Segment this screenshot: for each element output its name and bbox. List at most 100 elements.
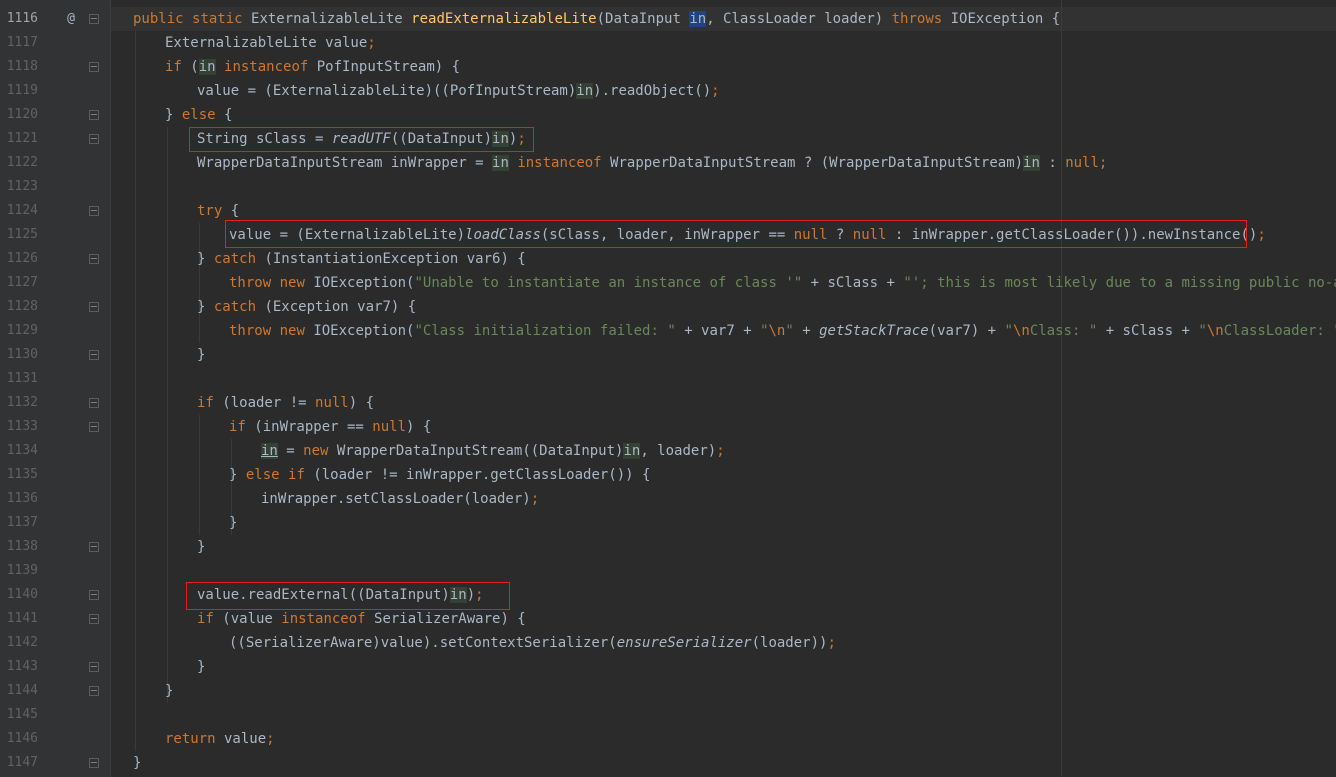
line-number[interactable]: 1128 (0, 295, 38, 319)
fold-marker-icon[interactable] (89, 758, 99, 768)
fold-marker-icon[interactable] (89, 134, 99, 144)
code-text[interactable]: if (loader != null) { (197, 391, 374, 415)
code-text[interactable]: if (in instanceof PofInputStream) { (165, 55, 460, 79)
code-text[interactable]: WrapperDataInputStream inWrapper = in in… (197, 151, 1107, 175)
code-text[interactable]: public static ExternalizableLite readExt… (133, 7, 1060, 31)
fold-marker-icon[interactable] (89, 686, 99, 696)
line-number[interactable]: 1117 (0, 31, 38, 55)
fold-marker-icon[interactable] (89, 614, 99, 624)
code-line[interactable]: 1138} (0, 535, 1336, 559)
code-line[interactable]: 1146 return value; (0, 727, 1336, 751)
code-text[interactable]: if (value instanceof SerializerAware) { (197, 607, 526, 631)
line-number[interactable]: 1140 (0, 583, 38, 607)
code-text[interactable]: } else if (loader != inWrapper.getClassL… (229, 463, 650, 487)
fold-marker-icon[interactable] (89, 422, 99, 432)
line-number[interactable]: 1138 (0, 535, 38, 559)
code-line[interactable]: 1118 if (in instanceof PofInputStream) { (0, 55, 1336, 79)
code-line[interactable]: 1135 } else if (loader != inWrapper.getCl… (0, 463, 1336, 487)
code-line[interactable]: 1137} (0, 511, 1336, 535)
code-text[interactable]: value = (ExternalizableLite)((PofInputSt… (197, 79, 720, 103)
fold-marker-icon[interactable] (89, 62, 99, 72)
code-line[interactable]: 1143} (0, 655, 1336, 679)
code-text[interactable]: value = (ExternalizableLite)loadClass(sC… (229, 223, 1266, 247)
code-text[interactable]: throw new IOException("Unable to instant… (229, 271, 1336, 295)
line-number[interactable]: 1136 (0, 487, 38, 511)
code-line[interactable]: 1142 ((SerializerAware)value).setContextS… (0, 631, 1336, 655)
code-line[interactable]: 1145 (0, 703, 1336, 727)
code-text[interactable]: ExternalizableLite value; (165, 31, 376, 55)
code-text[interactable]: } catch (Exception var7) { (197, 295, 416, 319)
line-number[interactable]: 1146 (0, 727, 38, 751)
code-line[interactable]: 1136 inWrapper.setClassLoader(loader); (0, 487, 1336, 511)
line-number[interactable]: 1127 (0, 271, 38, 295)
line-number[interactable]: 1145 (0, 703, 38, 727)
line-number[interactable]: 1121 (0, 127, 38, 151)
line-number[interactable]: 1118 (0, 55, 38, 79)
code-line[interactable]: 1130} (0, 343, 1336, 367)
code-line[interactable]: 1127 throw new IOException("Unable to ins… (0, 271, 1336, 295)
line-number[interactable]: 1131 (0, 367, 38, 391)
code-line[interactable]: 1144} (0, 679, 1336, 703)
line-number[interactable]: 1132 (0, 391, 38, 415)
line-number[interactable]: 1130 (0, 343, 38, 367)
line-number[interactable]: 1122 (0, 151, 38, 175)
line-number[interactable]: 1133 (0, 415, 38, 439)
code-line[interactable]: 1141 if (value instanceof SerializerAware… (0, 607, 1336, 631)
fold-marker-icon[interactable] (89, 662, 99, 672)
implements-method-icon[interactable]: @ (64, 7, 78, 31)
code-text[interactable]: } else { (165, 103, 232, 127)
line-number[interactable]: 1116 (0, 7, 38, 31)
code-line[interactable]: 1132 if (loader != null) { (0, 391, 1336, 415)
code-text[interactable]: } (197, 655, 205, 679)
line-number[interactable]: 1139 (0, 559, 38, 583)
fold-marker-icon[interactable] (89, 542, 99, 552)
code-line[interactable]: 1125 value = (ExternalizableLite)loadClas… (0, 223, 1336, 247)
fold-marker-icon[interactable] (89, 350, 99, 360)
code-text[interactable]: } (197, 535, 205, 559)
code-line[interactable]: 1139 (0, 559, 1336, 583)
fold-marker-icon[interactable] (89, 302, 99, 312)
fold-marker-icon[interactable] (89, 398, 99, 408)
line-number[interactable]: 1147 (0, 751, 38, 775)
code-line[interactable]: 1126 } catch (InstantiationException var6… (0, 247, 1336, 271)
code-text[interactable]: in = new WrapperDataInputStream((DataInp… (261, 439, 725, 463)
code-line[interactable]: 1124 try { (0, 199, 1336, 223)
line-number[interactable]: 1129 (0, 319, 38, 343)
code-text[interactable]: } (197, 343, 205, 367)
code-text[interactable]: } (229, 511, 237, 535)
line-number[interactable]: 1137 (0, 511, 38, 535)
code-text[interactable]: return value; (165, 727, 275, 751)
code-line[interactable]: 1128 } catch (Exception var7) { (0, 295, 1336, 319)
code-text[interactable]: } (165, 679, 173, 703)
code-text[interactable]: } (133, 751, 141, 775)
fold-marker-icon[interactable] (89, 206, 99, 216)
code-text[interactable]: try { (197, 199, 239, 223)
code-editor[interactable]: 1116 @ public static ExternalizableLite re… (0, 0, 1336, 777)
code-line[interactable]: 1120 } else { (0, 103, 1336, 127)
code-line[interactable]: 1140 value.readExternal((DataInput)in); (0, 583, 1336, 607)
code-text[interactable]: String sClass = readUTF((DataInput)in); (197, 127, 526, 151)
line-number[interactable]: 1134 (0, 439, 38, 463)
code-line[interactable]: 1121 String sClass = readUTF((DataInput)i… (0, 127, 1336, 151)
code-line[interactable]: 1123 (0, 175, 1336, 199)
fold-marker-icon[interactable] (89, 590, 99, 600)
line-number[interactable]: 1143 (0, 655, 38, 679)
code-line[interactable]: 1134 in = new WrapperDataInputStream((Dat… (0, 439, 1336, 463)
code-text[interactable]: inWrapper.setClassLoader(loader); (261, 487, 539, 511)
code-text[interactable]: } catch (InstantiationException var6) { (197, 247, 526, 271)
code-text[interactable]: if (inWrapper == null) { (229, 415, 431, 439)
code-line[interactable]: 1117 ExternalizableLite value; (0, 31, 1336, 55)
code-line[interactable]: 1133 if (inWrapper == null) { (0, 415, 1336, 439)
fold-marker-icon[interactable] (89, 254, 99, 264)
line-number[interactable]: 1126 (0, 247, 38, 271)
fold-marker-icon[interactable] (89, 14, 99, 24)
line-number[interactable]: 1120 (0, 103, 38, 127)
code-text[interactable]: throw new IOException("Class initializat… (229, 319, 1336, 343)
code-text[interactable]: value.readExternal((DataInput)in); (197, 583, 484, 607)
line-number[interactable]: 1124 (0, 199, 38, 223)
line-number[interactable]: 1135 (0, 463, 38, 487)
code-line[interactable]: 1116 @ public static ExternalizableLite re… (0, 7, 1336, 31)
fold-marker-icon[interactable] (89, 110, 99, 120)
code-line[interactable]: 1147} (0, 751, 1336, 775)
line-number[interactable]: 1142 (0, 631, 38, 655)
